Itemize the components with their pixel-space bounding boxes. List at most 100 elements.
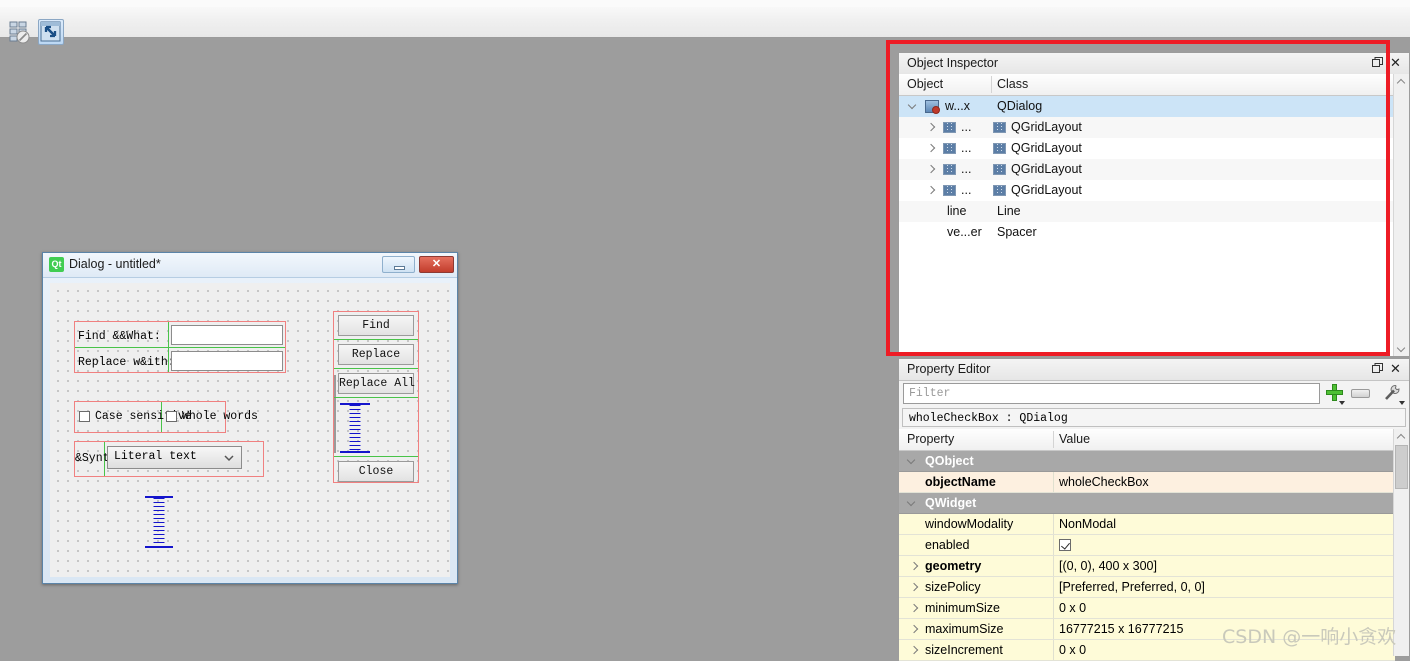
selected-object-bar: wholeCheckBox : QDialog xyxy=(902,408,1406,427)
scroll-up-icon[interactable] xyxy=(1397,433,1406,442)
whole-words-checkbox[interactable] xyxy=(166,411,177,422)
column-header-property: Property xyxy=(907,432,955,446)
property-row-sizepolicy[interactable]: sizePolicy [Preferred, Preferred, 0, 0] xyxy=(899,577,1395,598)
tree-row-gridlayout-2[interactable]: ... QGridLayout xyxy=(899,138,1393,159)
add-icon[interactable] xyxy=(1326,384,1343,401)
expand-arrow-icon[interactable] xyxy=(909,102,918,111)
configure-icon[interactable] xyxy=(1383,384,1401,402)
find-button[interactable]: Find xyxy=(338,315,414,336)
property-row-enabled[interactable]: enabled xyxy=(899,535,1395,556)
replace-all-button[interactable]: Replace All xyxy=(338,373,415,394)
expand-arrow-icon[interactable] xyxy=(927,165,936,174)
float-icon[interactable] xyxy=(1372,363,1383,374)
dialog-icon xyxy=(925,100,940,114)
expand-arrow-icon[interactable] xyxy=(910,583,919,592)
tree-row-qdialog[interactable]: w...x QDialog xyxy=(899,96,1393,117)
close-icon[interactable]: ✕ xyxy=(1389,361,1402,376)
object-inspector-titlebar[interactable]: Object Inspector ✕ xyxy=(899,53,1409,75)
tree-class-name: QGridLayout xyxy=(1011,162,1082,176)
property-editor-title: Property Editor xyxy=(907,362,991,376)
replace-with-input[interactable] xyxy=(171,351,283,371)
property-name: QObject xyxy=(925,454,974,468)
replace-with-label: Replace w&ith: xyxy=(78,356,175,369)
close-button[interactable]: ✕ xyxy=(419,256,454,273)
property-editor-titlebar[interactable]: Property Editor ✕ xyxy=(899,359,1409,381)
tree-class-name: Line xyxy=(997,204,1021,218)
grid-icon xyxy=(993,143,1006,154)
tree-object-name: line xyxy=(947,204,967,218)
property-group-qobject[interactable]: QObject xyxy=(899,451,1395,472)
property-row-windowmodality[interactable]: windowModality NonModal xyxy=(899,514,1395,535)
remove-icon[interactable] xyxy=(1351,389,1370,398)
object-inspector-header: Object Class xyxy=(899,74,1393,96)
configure-dropdown-icon[interactable] xyxy=(1399,401,1405,405)
tree-row-line[interactable]: line Line xyxy=(899,201,1393,222)
object-inspector-dock: Object Inspector ✕ Object Class w...x QD… xyxy=(898,52,1410,357)
dialog-preview-window[interactable]: Qt Dialog - untitled* ✕ Find &&What: Rep… xyxy=(42,252,458,584)
object-inspector-scrollbar[interactable] xyxy=(1393,74,1409,356)
tree-row-spacer[interactable]: ve...er Spacer xyxy=(899,222,1393,243)
dialog-form-canvas[interactable]: Find &&What: Replace w&ith: Case sensiti… xyxy=(50,283,450,577)
property-value[interactable]: 16777215 x 16777215 xyxy=(1059,622,1183,636)
vertical-spacer-buttons[interactable] xyxy=(340,403,370,453)
scroll-thumb[interactable] xyxy=(1395,445,1408,489)
property-value[interactable]: 0 x 0 xyxy=(1059,601,1086,615)
close-icon[interactable]: ✕ xyxy=(1389,55,1402,70)
property-value[interactable]: [(0, 0), 400 x 300] xyxy=(1059,559,1157,573)
tree-row-gridlayout-4[interactable]: ... QGridLayout xyxy=(899,180,1393,201)
grid-icon xyxy=(943,143,956,154)
expand-arrow-icon[interactable] xyxy=(927,144,936,153)
tree-object-name: ... xyxy=(961,141,972,155)
adjust-size-icon[interactable] xyxy=(38,19,64,45)
close-form-button[interactable]: Close xyxy=(338,461,414,482)
add-dropdown-icon[interactable] xyxy=(1339,401,1345,405)
scroll-up-icon[interactable] xyxy=(1397,78,1406,87)
expand-arrow-icon[interactable] xyxy=(910,646,919,655)
dialog-titlebar[interactable]: Qt Dialog - untitled* ✕ xyxy=(43,253,457,278)
float-icon[interactable] xyxy=(1372,57,1383,68)
property-value[interactable]: wholeCheckBox xyxy=(1059,475,1149,489)
property-row-objectname[interactable]: objectName wholeCheckBox xyxy=(899,472,1395,493)
property-row-minimumsize[interactable]: minimumSize 0 x 0 xyxy=(899,598,1395,619)
tree-row-gridlayout-3[interactable]: ... QGridLayout xyxy=(899,159,1393,180)
expand-arrow-icon[interactable] xyxy=(927,186,936,195)
expand-arrow-icon[interactable] xyxy=(908,499,917,508)
property-table-header: Property Value xyxy=(899,429,1395,451)
expand-arrow-icon[interactable] xyxy=(910,604,919,613)
tree-class-name: QGridLayout xyxy=(1011,183,1082,197)
expand-arrow-icon[interactable] xyxy=(908,457,917,466)
property-name: QWidget xyxy=(925,496,977,510)
property-editor-dock: Property Editor ✕ Filter wholeCheckBox:… xyxy=(898,358,1410,661)
syntax-combobox[interactable]: Literal text xyxy=(107,446,242,469)
expand-arrow-icon[interactable] xyxy=(910,625,919,634)
property-name: maximumSize xyxy=(925,622,1004,636)
find-what-label: Find &&What: xyxy=(78,330,161,343)
property-name: sizePolicy xyxy=(925,580,981,594)
property-group-qwidget[interactable]: QWidget xyxy=(899,493,1395,514)
grid-icon xyxy=(943,122,956,133)
replace-button[interactable]: Replace xyxy=(338,344,414,365)
property-name: enabled xyxy=(925,538,970,552)
break-layout-icon[interactable] xyxy=(7,19,33,45)
property-value[interactable]: 0 x 0 xyxy=(1059,643,1086,657)
case-sensitive-checkbox[interactable] xyxy=(79,411,90,422)
find-what-input[interactable] xyxy=(171,325,283,345)
grid-icon xyxy=(993,122,1006,133)
vertical-spacer-form[interactable] xyxy=(145,496,173,548)
object-inspector-title: Object Inspector xyxy=(907,56,999,70)
tree-row-gridlayout-1[interactable]: ... QGridLayout xyxy=(899,117,1393,138)
enabled-checkbox[interactable] xyxy=(1059,539,1071,551)
expand-arrow-icon[interactable] xyxy=(927,123,936,132)
scroll-down-icon[interactable] xyxy=(1397,343,1406,352)
property-value[interactable]: [Preferred, Preferred, 0, 0] xyxy=(1059,580,1205,594)
search-input[interactable]: Filter xyxy=(903,383,1320,404)
minimize-button[interactable] xyxy=(382,256,415,273)
expand-arrow-icon[interactable] xyxy=(910,562,919,571)
property-row-geometry[interactable]: geometry [(0, 0), 400 x 300] xyxy=(899,556,1395,577)
column-header-object: Object xyxy=(907,77,944,91)
grid-icon xyxy=(943,185,956,196)
column-header-class: Class xyxy=(997,77,1029,91)
grid-icon xyxy=(993,185,1006,196)
property-value[interactable]: NonModal xyxy=(1059,517,1116,531)
tree-class-name: Spacer xyxy=(997,225,1037,239)
